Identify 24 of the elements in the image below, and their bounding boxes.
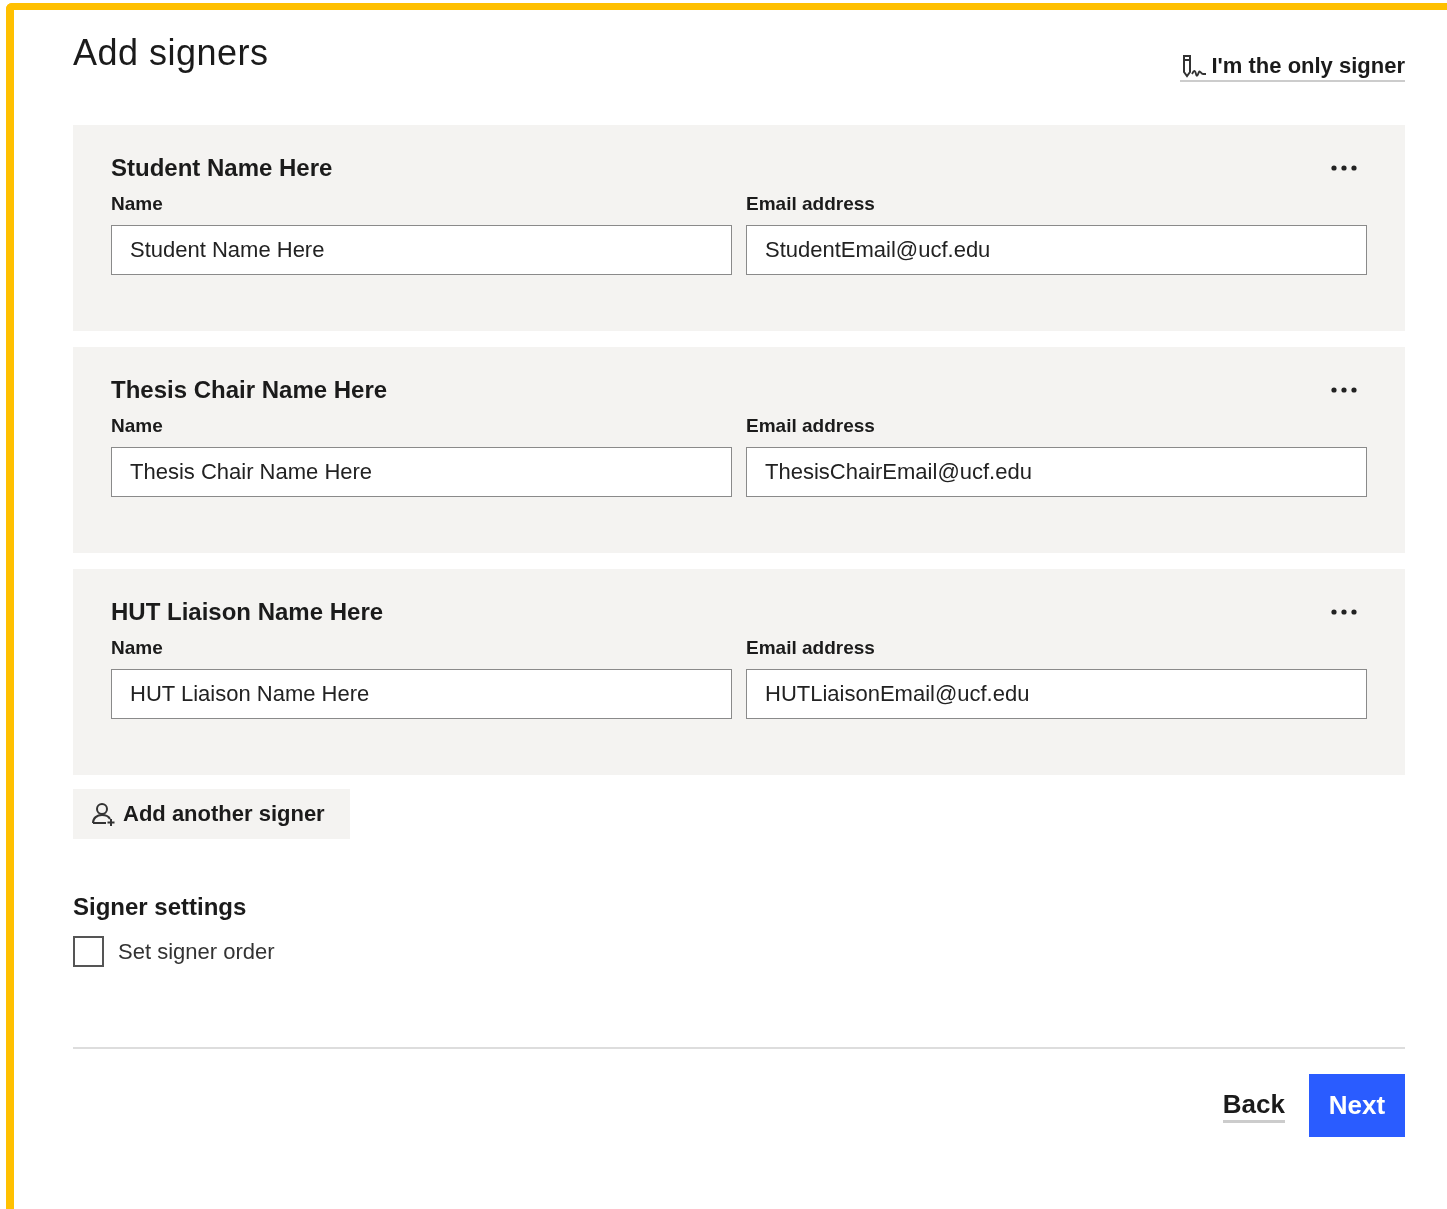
next-button[interactable]: Next — [1309, 1074, 1405, 1137]
field-label: Name — [111, 637, 164, 659]
signer-heading: Student Name Here — [111, 154, 333, 182]
signer-heading: Thesis Chair Name Here — [111, 376, 388, 404]
field-label: Email address — [746, 637, 876, 659]
add-person-icon — [91, 801, 117, 827]
checkbox-label: Set signer order — [118, 938, 275, 965]
email-field[interactable]: HUTLiaisonEmail@ucf.edu — [746, 669, 1367, 719]
email-field[interactable]: ThesisChairEmail@ucf.edu — [746, 447, 1367, 497]
field-label: Name — [111, 415, 164, 437]
email-field[interactable]: StudentEmail@ucf.edu — [746, 225, 1367, 275]
name-field[interactable]: Thesis Chair Name Here — [111, 447, 732, 497]
checkbox[interactable] — [73, 936, 104, 967]
field-label: Email address — [746, 415, 876, 437]
settings-heading: Signer settings — [73, 893, 248, 921]
name-field[interactable]: Student Name Here — [111, 225, 732, 275]
page-title: Add signers — [73, 32, 269, 74]
only-signer-link[interactable]: I'm the only signer — [1179, 53, 1405, 82]
signer-heading: HUT Liaison Name Here — [111, 598, 384, 626]
add-signer-button[interactable]: Add another signer — [73, 789, 350, 839]
back-link[interactable]: Back — [1222, 1088, 1285, 1123]
field-label: Name — [111, 193, 164, 215]
name-field[interactable]: HUT Liaison Name Here — [111, 669, 732, 719]
field-label: Email address — [746, 193, 876, 215]
